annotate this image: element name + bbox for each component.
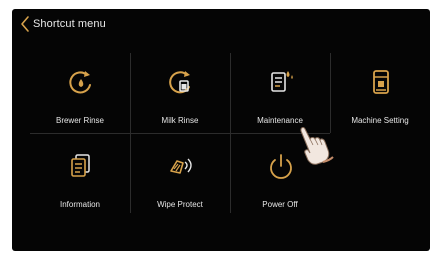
page-title: Shortcut menu (33, 18, 106, 30)
tile-label: Information (59, 200, 101, 209)
tile-information[interactable]: Information (30, 137, 130, 217)
tile-brewer-rinse[interactable]: Brewer Rinse (30, 53, 130, 133)
tile-label: Wipe Protect (157, 200, 203, 209)
chevron-left-icon (21, 16, 29, 32)
maintenance-icon (271, 71, 293, 92)
back-button[interactable] (18, 14, 34, 34)
tile-milk-rinse[interactable]: Milk Rinse (130, 53, 230, 133)
brewer-rinse-icon (69, 71, 91, 94)
touch-screen: Shortcut menu Brewer Rinse Milk Rinse Ma… (12, 9, 430, 251)
device-frame: Shortcut menu Brewer Rinse Milk Rinse Ma… (0, 0, 439, 261)
power-off-icon (270, 154, 292, 179)
machine-setting-icon (373, 70, 389, 94)
tile-wipe-protect[interactable]: Wipe Protect (130, 137, 230, 217)
tile-machine-setting[interactable]: Machine Setting (330, 53, 430, 133)
pointing-hand-icon (300, 127, 334, 165)
wipe-protect-icon (170, 158, 192, 174)
information-icon (71, 154, 90, 177)
grid-divider (30, 133, 330, 134)
tile-label: Brewer Rinse (55, 116, 104, 125)
tile-label: Machine Setting (351, 116, 409, 125)
tile-label: Power Off (262, 200, 298, 209)
tile-maintenance[interactable]: Maintenance (230, 53, 330, 133)
tile-label: Milk Rinse (161, 116, 199, 125)
header-bar: Shortcut menu (12, 9, 430, 41)
milk-rinse-icon (169, 71, 190, 94)
shortcut-grid: Brewer Rinse Milk Rinse Maintenance Mach… (30, 53, 430, 223)
